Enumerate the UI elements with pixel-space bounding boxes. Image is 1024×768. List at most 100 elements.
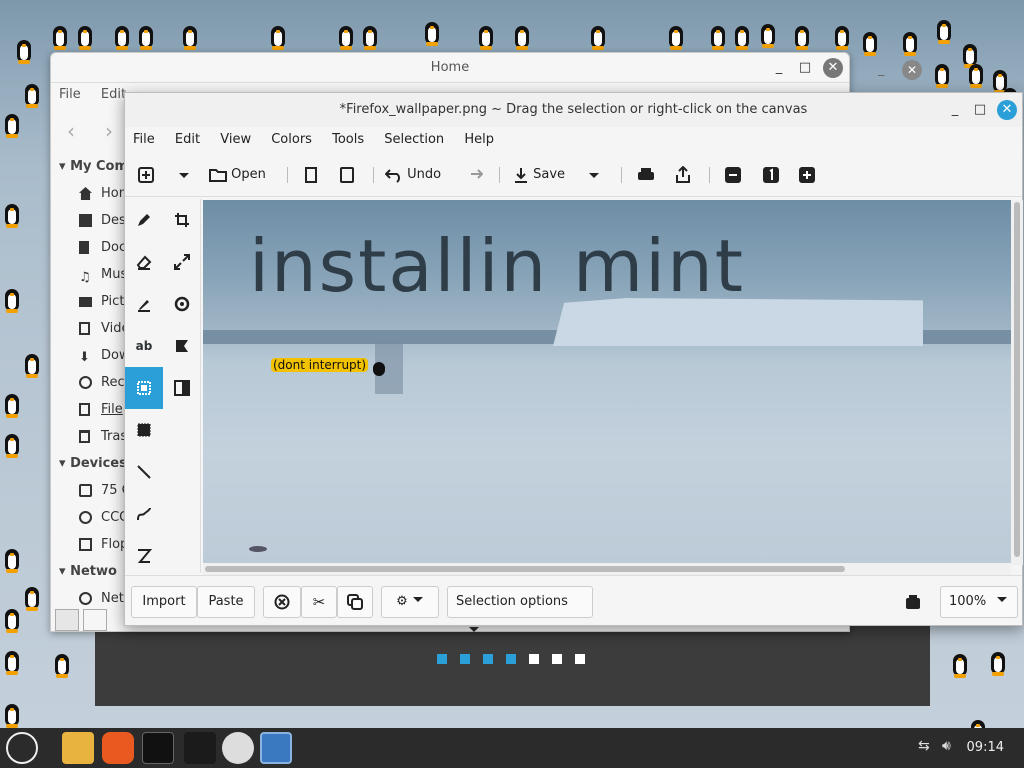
- sidebar-item-file-system[interactable]: File: [51, 396, 131, 423]
- curve-tool[interactable]: [125, 493, 163, 535]
- gradient-tool[interactable]: [163, 367, 201, 409]
- firefox-icon[interactable]: [102, 732, 134, 764]
- sidebar-item-desktop[interactable]: Desk: [51, 207, 133, 234]
- new-image-button[interactable]: [137, 163, 155, 187]
- sidebar-item-videos[interactable]: Vide: [51, 315, 131, 342]
- close-button[interactable]: ✕: [997, 100, 1017, 120]
- menu-file[interactable]: File: [133, 132, 155, 147]
- sidebar-header-devices[interactable]: ▾ Devices: [51, 450, 131, 477]
- menu-edit[interactable]: Edit: [101, 87, 126, 102]
- cut-button[interactable]: ✂: [301, 586, 337, 618]
- sidebar-item-recent[interactable]: Rece: [51, 369, 133, 396]
- forward-icon[interactable]: ›: [105, 119, 113, 143]
- sidebar-item-cdrom[interactable]: CCC: [51, 504, 131, 531]
- image-canvas[interactable]: installin mint (dont interrupt): [203, 200, 1011, 563]
- zoom-dropdown[interactable]: 100%: [940, 586, 1018, 618]
- sidebar-item-disk[interactable]: 75 G: [51, 477, 132, 504]
- sidebar-header-network[interactable]: ▾ Netwo: [51, 558, 131, 585]
- maximize-button[interactable]: □: [795, 58, 815, 78]
- sidebar-item-home[interactable]: Hom: [51, 180, 131, 207]
- menu-file[interactable]: File: [59, 87, 81, 102]
- sidebar-item-trash[interactable]: Tras: [51, 423, 131, 450]
- copy-button[interactable]: [337, 586, 373, 618]
- save-button[interactable]: Save: [513, 163, 565, 187]
- plus-icon: [799, 166, 815, 183]
- penguin-icon: [476, 22, 496, 50]
- volume-icon[interactable]: 🔊︎: [942, 738, 951, 754]
- crop-tool[interactable]: [163, 199, 201, 241]
- files-icon[interactable]: [62, 732, 94, 764]
- places-toggle-button[interactable]: [55, 609, 79, 631]
- minimize-button[interactable]: _: [945, 100, 965, 120]
- terminal-icon[interactable]: [142, 732, 174, 764]
- menu-selection[interactable]: Selection: [384, 132, 444, 147]
- sidebar-item-downloads[interactable]: ⬇ Dow: [51, 342, 131, 369]
- vertical-scrollbar[interactable]: [1011, 200, 1023, 565]
- network-icon[interactable]: ⇆: [918, 738, 930, 754]
- import-button[interactable]: Import: [131, 586, 197, 618]
- horizontal-scrollbar[interactable]: [203, 563, 1011, 575]
- selection-mode-dropdown[interactable]: ⚙: [381, 586, 439, 618]
- bg-minimize-button[interactable]: _: [878, 62, 885, 77]
- bg-close-button[interactable]: ✕: [902, 60, 922, 80]
- lasso-icon: [137, 549, 152, 563]
- share-button[interactable]: [675, 163, 691, 187]
- zoom-out-button[interactable]: [725, 163, 741, 187]
- ellipse-select-tool[interactable]: [125, 409, 163, 451]
- sidebar-item-documents[interactable]: Doc: [51, 234, 131, 261]
- open-button[interactable]: Open: [209, 163, 266, 187]
- file-manager-sidebar: ▾ My Com Hom Desk Doc ♫ Mus Pictu Vide ⬇ D…: [51, 153, 134, 612]
- menu-help[interactable]: Help: [464, 132, 494, 147]
- close-button[interactable]: ✕: [823, 58, 843, 78]
- tool-palette: ab: [125, 199, 201, 573]
- new-dropdown-button[interactable]: [177, 163, 191, 187]
- selection-options-dropdown[interactable]: Selection options: [447, 586, 593, 632]
- print-button[interactable]: [637, 163, 655, 187]
- minimize-button[interactable]: _: [769, 58, 789, 78]
- menu-tools[interactable]: Tools: [332, 132, 364, 147]
- deselect-button[interactable]: [263, 586, 301, 618]
- eraser-tool[interactable]: [125, 241, 163, 283]
- back-icon[interactable]: ‹: [67, 119, 75, 143]
- clipboard-button[interactable]: [339, 163, 355, 187]
- sidebar-item-floppy[interactable]: Flop: [51, 531, 131, 558]
- sidebar-item-network[interactable]: Netw: [51, 585, 134, 612]
- clock[interactable]: 09:14: [967, 728, 1004, 768]
- minus-icon: [725, 166, 741, 183]
- menu-edit[interactable]: Edit: [175, 132, 200, 147]
- maximize-button[interactable]: □: [970, 100, 990, 120]
- undo-button[interactable]: Undo: [384, 163, 441, 187]
- zoom-in-button[interactable]: [799, 163, 815, 187]
- scissors-icon: ✂: [312, 593, 326, 611]
- recolor-tool[interactable]: [163, 283, 201, 325]
- paste-button[interactable]: Paste: [197, 586, 255, 618]
- rectangle-select-tool[interactable]: [125, 367, 163, 409]
- taskbar: ⇆ 🔊︎ 09:14: [0, 728, 1024, 768]
- sidebar-header-my-computer[interactable]: ▾ My Com: [51, 153, 131, 180]
- penguin-icon: [758, 20, 778, 48]
- sidebar-item-music[interactable]: ♫ Mus: [51, 261, 131, 288]
- text-tool[interactable]: ab: [125, 325, 163, 367]
- save-dropdown-button[interactable]: [587, 163, 601, 187]
- menu-colors[interactable]: Colors: [271, 132, 312, 147]
- resize-tool[interactable]: [163, 241, 201, 283]
- mint-menu-icon[interactable]: [6, 732, 38, 764]
- redo-button[interactable]: [465, 163, 484, 187]
- disc-icon[interactable]: [222, 732, 254, 764]
- menu-view[interactable]: View: [220, 132, 251, 147]
- penguin-icon: [2, 430, 22, 458]
- brush-tool[interactable]: [125, 283, 163, 325]
- penguin-app-icon[interactable]: [184, 732, 216, 764]
- clone-tool[interactable]: [163, 325, 201, 367]
- clone-stamp-icon: [176, 340, 188, 352]
- line-tool[interactable]: [125, 451, 163, 493]
- actual-size-button[interactable]: [763, 163, 779, 187]
- penguin-icon: [22, 583, 42, 611]
- palette-icon[interactable]: [905, 594, 921, 614]
- tree-toggle-button[interactable]: [83, 609, 107, 631]
- lasso-tool[interactable]: [125, 535, 163, 577]
- pinta-icon[interactable]: [260, 732, 292, 764]
- sidebar-item-pictures[interactable]: Pictu: [51, 288, 133, 315]
- pencil-tool[interactable]: [125, 199, 163, 241]
- paste-new-image-button[interactable]: [303, 163, 319, 187]
